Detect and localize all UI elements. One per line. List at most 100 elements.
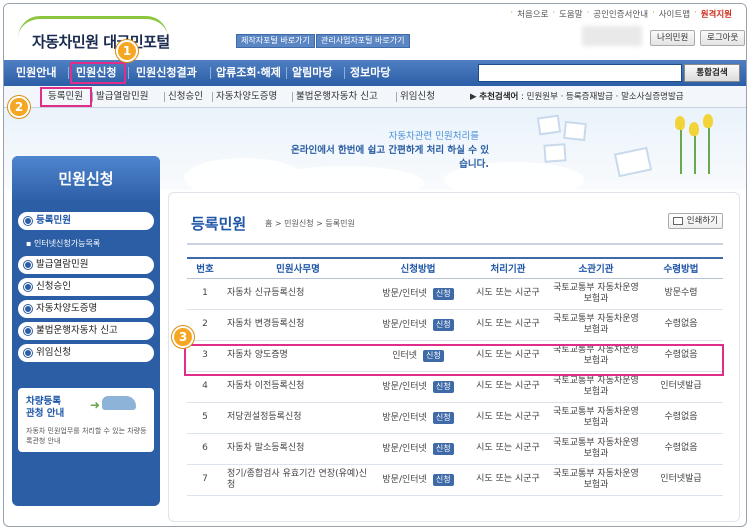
sidebar-item-registration[interactable]: 등록민원 [18,212,154,230]
subnav-illegal-report[interactable]: 불법운행자동차 신고 [296,86,378,108]
row-method: 방문/인터넷 신청 [373,278,463,310]
breadcrumb: 홈 > 민원신청 > 등록민원 [265,219,355,228]
row-name[interactable]: 정기/종합검사 유효기간 연장(유예)신청 [223,464,373,496]
nav-divider [344,67,345,79]
col-recv: 수령방법 [639,257,723,279]
sidebar-item-label: 위임신청 [36,347,71,358]
highlight-row-3 [184,344,724,376]
manufacturer-portal-link[interactable]: 제작자포털 바로가기 [236,34,315,48]
recommend-item[interactable]: 말소사실증명발급 [621,92,684,102]
step-badge-3: 3 [172,326,194,348]
top-link-remote[interactable]: 원격지원 [701,8,732,20]
photo-frame-icon [536,114,562,136]
subnav-approval[interactable]: 신청승인 [168,86,203,108]
step-badge-2: 2 [8,96,30,118]
bullet-icon [24,261,32,269]
user-name-blurred [582,26,642,46]
recommend-item[interactable]: 민원원부 [527,92,558,102]
row-name[interactable]: 저당권설정등록신청 [223,402,373,434]
sidebar-item-label: 등록민원 [36,215,71,226]
nav-divider [128,67,129,79]
sidebar-item-label: 신청승인 [36,281,71,292]
utility-links: · 처음으로 · 도움말 · 공인인증서안내 · 사이트맵 · 원격지원 [510,8,732,20]
col-org: 소관기관 [553,257,639,279]
highlight-subnav-registration [40,87,92,107]
arrow-icon: ➜ [90,398,101,412]
apply-button[interactable]: 신청 [432,411,454,424]
nav-result[interactable]: 민원신청결과 [136,60,197,86]
row-name[interactable]: 자동차 말소등록신청 [223,433,373,465]
row-proc: 시도 또는 시군구 [463,402,553,434]
subnav-transfer-proof[interactable]: 자동차양도증명 [216,86,277,108]
apply-button[interactable]: 신청 [432,287,454,300]
my-civil-button[interactable]: 나의민원 [650,30,696,46]
title-divider [187,243,723,245]
search-button[interactable]: 통합검색 [684,64,740,82]
row-name[interactable]: 자동차 변경등록신청 [223,309,373,341]
photo-frame-icon [563,120,587,142]
sidebar-subitem-online-list[interactable]: ▪ 인터넷신청가능목록 [26,238,100,249]
print-button[interactable]: 인쇄하기 [667,213,723,229]
page-title: 등록민원 [191,215,247,233]
sidebar-item-issue[interactable]: 발급열람민원 [18,256,154,274]
sidebar-item-transfer-proof[interactable]: 자동차양도증명 [18,300,154,318]
banner-line-1: 자동차관련 민원처리를 [388,131,479,142]
top-link-sitemap[interactable]: 사이트맵 [659,8,690,20]
nav-info[interactable]: 정보마당 [350,60,390,86]
nav-divider [286,67,287,79]
logout-button[interactable]: 로그아웃 [700,30,746,46]
subnav-delegation[interactable]: 위임신청 [400,86,435,108]
top-link-cert[interactable]: 공인인증서안내 [593,8,648,20]
printer-icon [672,217,683,225]
photo-frame-icon [543,143,567,163]
apply-button[interactable]: 신청 [432,473,454,486]
top-link-help[interactable]: 도움말 [559,8,582,20]
promo-title-line-2: 관청 안내 [26,408,65,419]
row-method: 방문/인터넷 신청 [373,402,463,434]
sidebar-item-label: 자동차양도증명 [36,303,98,314]
sidebar-item-illegal-report[interactable]: 불법운행자동차 신고 [18,322,154,340]
recommend-item[interactable]: 등록증재발급 [566,92,613,102]
col-method: 신청방법 [373,257,463,279]
sidebar-item-approval[interactable]: 신청승인 [18,278,154,296]
nav-notice[interactable]: 알림마당 [292,60,332,86]
tulip-stem [708,122,710,174]
row-method: 방문/인터넷 신청 [373,464,463,496]
nav-divider [68,67,69,79]
nav-guide[interactable]: 민원안내 [16,60,56,86]
row-no: 7 [187,464,223,496]
row-org: 국토교통부 자동차운영보험과 [553,433,639,465]
table-row: 7 정기/종합검사 유효기간 연장(유예)신청 방문/인터넷 신청 시도 또는 시… [187,464,723,496]
recommended-keywords: ▶ 추천검색어 : 민원원부 · 등록증재발급 · 말소사실증명발급 [470,92,684,102]
method-text: 방문/인터넷 [382,412,427,423]
apply-button[interactable]: 신청 [432,442,454,455]
registry-office-promo[interactable]: 차량등록 관청 안내 ➜ 자동차 민원업무를 처리할 수 있는 차량등록관청 안… [18,388,154,452]
table-row: 5 저당권설정등록신청 방문/인터넷 신청 시도 또는 시군구 국토교통부 자동차… [187,402,723,434]
apply-button[interactable]: 신청 [432,380,454,393]
top-link-home[interactable]: 처음으로 [517,8,548,20]
subnav-issue[interactable]: 발급열람민원 [96,86,148,108]
col-no: 번호 [187,257,223,279]
table-row: 2 자동차 변경등록신청 방문/인터넷 신청 시도 또는 시군구 국토교통부 자동… [187,309,723,341]
row-name[interactable]: 자동차 신규등록신청 [223,278,373,310]
sub-nav: 등록민원 발급열람민원 신청승인 자동차양도증명 불법운행자동차 신고 위임신청… [4,86,746,108]
bullet-icon [24,349,32,357]
recommend-label: 추천검색어 [479,92,519,102]
row-org: 국토교통부 자동차운영보험과 [553,278,639,310]
nav-seizure[interactable]: 압류조회·해제 [216,60,281,86]
row-proc: 시도 또는 시군구 [463,433,553,465]
business-portal-link[interactable]: 관리사업자포털 바로가기 [316,34,410,48]
book-icon [613,146,653,178]
apply-button[interactable]: 신청 [432,318,454,331]
search-input[interactable] [478,64,682,82]
promo-title-line-1: 차량등록 [26,396,61,407]
sidebar-item-label: 불법운행자동차 신고 [36,325,118,336]
banner-text: 자동차관련 민원처리를 온라인에서 한번에 쉽고 간편하게 처리 하실 수 있습… [289,130,489,172]
subnav-divider [164,92,165,102]
sidebar: 민원신청 등록민원 ▪ 인터넷신청가능목록 발급열람민원 신청승인 자동차양도증… [12,156,160,506]
table-row: 1 자동차 신규등록신청 방문/인터넷 신청 시도 또는 시군구 국토교통부 자동… [187,278,723,310]
sidebar-item-delegation[interactable]: 위임신청 [18,344,154,362]
row-proc: 시도 또는 시군구 [463,309,553,341]
car-icon [102,396,136,410]
row-proc: 시도 또는 시군구 [463,278,553,310]
